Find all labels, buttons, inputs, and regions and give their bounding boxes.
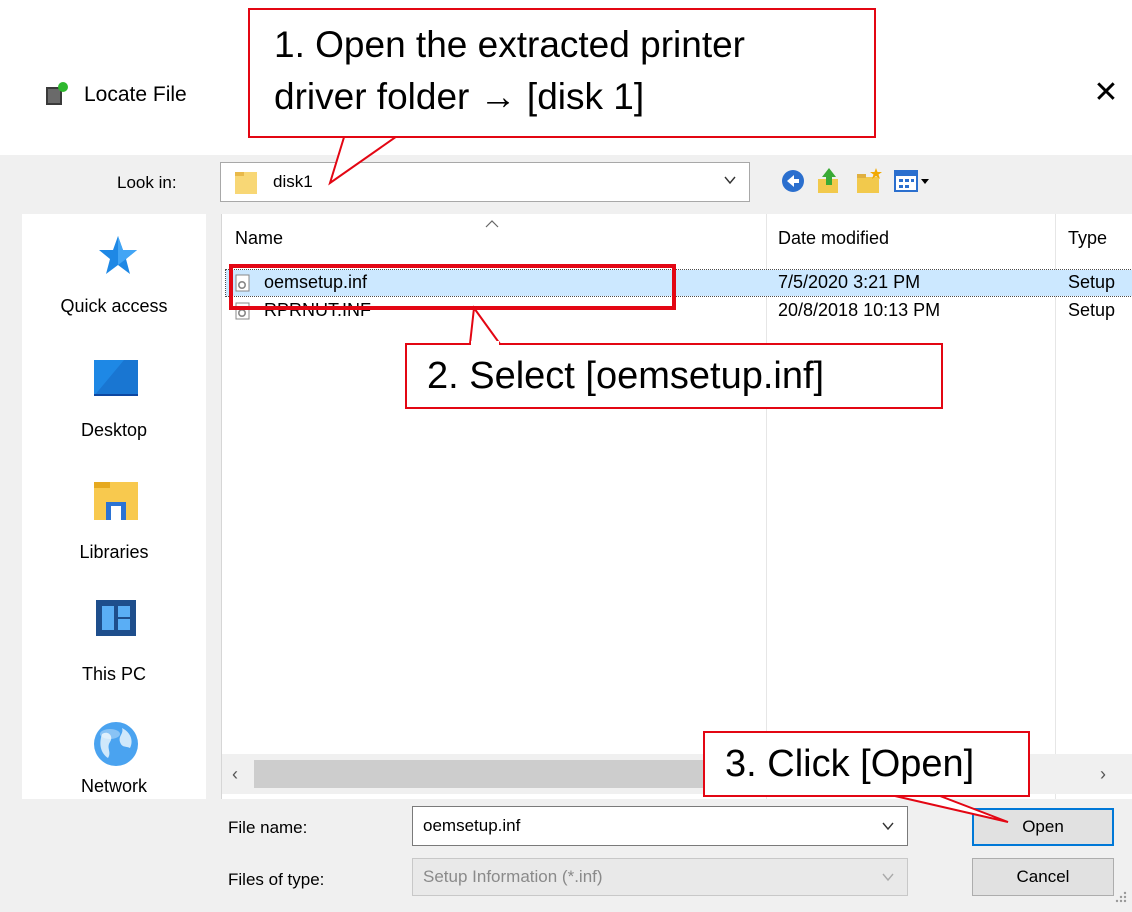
scroll-left-arrow[interactable]: ‹ [226,764,244,784]
callout-step-2: 2. Select [oemsetup.inf] [405,343,943,409]
callout-step-1: 1. Open the extracted printer driver fol… [248,8,876,138]
filename-combo[interactable] [412,806,908,846]
callout-step-3-joint [896,790,939,795]
filetype-label: Files of type: [228,870,325,889]
view-menu-icon[interactable] [892,165,936,197]
callout-step-1-joint [346,130,398,136]
lookin-value: disk1 [273,172,313,191]
this-pc-icon [96,600,136,636]
place-quick-access[interactable]: Quick access [22,214,206,324]
column-header-type[interactable]: Type [1068,228,1107,249]
place-network[interactable]: Network [22,710,206,810]
place-libraries[interactable]: Libraries [22,466,206,576]
chevron-down-icon[interactable] [723,173,737,187]
folder-icon [235,172,257,194]
file-date: 7/5/2020 3:21 PM [778,272,921,292]
callout-step-1-line-2: driver folder → [disk 1] [274,76,645,117]
filename-label: File name: [228,818,308,837]
scroll-thumb[interactable] [254,760,774,788]
place-label-libraries: Libraries [79,542,149,562]
cancel-button[interactable]: Cancel [972,858,1114,896]
close-button[interactable]: ✕ [1080,71,1132,115]
place-desktop[interactable]: Desktop [22,344,206,454]
file-type: Setup [1068,272,1116,292]
chevron-down-icon[interactable] [881,870,895,884]
filetype-value: Setup Information (*.inf) [423,867,603,886]
callout-step-3: 3. Click [Open] [703,731,1030,797]
chevron-down-icon[interactable] [881,819,895,833]
lookin-combo[interactable]: disk1 [220,162,750,202]
scroll-right-arrow[interactable]: › [1094,764,1112,784]
quick-access-star-icon [99,236,137,274]
network-globe-icon [94,722,138,766]
callout-step-2-joint [471,341,499,347]
place-this-pc[interactable]: This PC [22,588,206,698]
window-title: Locate File [84,83,187,106]
sort-ascending-icon [485,220,499,228]
libraries-icon [94,482,138,520]
desktop-icon [94,360,138,396]
file-type: Setup [1068,300,1116,320]
column-header-name[interactable]: Name [235,228,283,249]
callout-step-2-text: 2. Select [oemsetup.inf] [427,355,825,397]
new-folder-icon[interactable] [854,165,884,197]
callout-step-3-text: 3. Click [Open] [725,743,975,785]
filename-input[interactable] [421,815,865,837]
filetype-combo[interactable]: Setup Information (*.inf) [412,858,908,896]
places-bar: Quick access Desktop Libraries This PC N… [22,214,206,799]
callout-step-1-line-1: 1. Open the extracted printer [274,24,745,65]
place-label-quick-access: Quick access [60,296,168,316]
place-label-network: Network [80,776,147,796]
up-folder-icon[interactable] [814,165,844,197]
app-icon [46,82,68,105]
file-date: 20/8/2018 10:13 PM [778,300,941,320]
back-icon[interactable] [778,165,808,197]
place-label-this-pc: This PC [81,664,146,684]
place-label-desktop: Desktop [80,420,148,440]
lookin-label: Look in: [117,173,177,192]
resize-grip-icon[interactable] [1112,890,1128,906]
open-button[interactable]: Open [972,808,1114,846]
selection-highlight-box [229,264,676,310]
column-header-date[interactable]: Date modified [778,228,889,249]
